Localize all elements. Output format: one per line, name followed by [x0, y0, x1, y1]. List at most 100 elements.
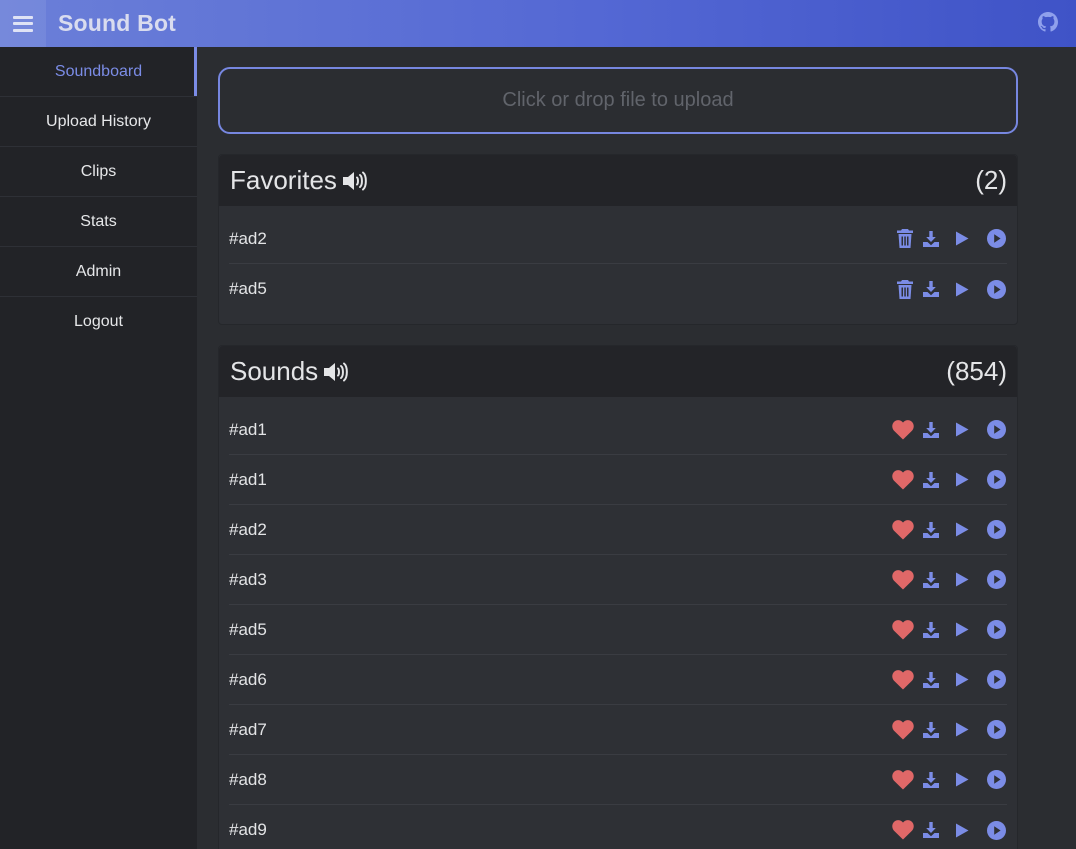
sound-name: #ad3 [229, 569, 267, 589]
sound-row: #ad7 [229, 705, 1007, 755]
play-icon[interactable] [953, 823, 971, 838]
download-icon[interactable] [921, 621, 941, 638]
sidebar-item-logout[interactable]: Logout [0, 297, 197, 347]
download-icon[interactable] [921, 230, 941, 247]
sidebar-item-clips[interactable]: Clips [0, 147, 197, 197]
sidebar-item-label: Upload History [46, 112, 151, 130]
play-circle-icon[interactable] [985, 520, 1007, 539]
sound-name: #ad5 [229, 619, 267, 639]
sound-actions [895, 279, 1007, 299]
play-circle-icon[interactable] [985, 279, 1007, 299]
github-icon[interactable] [1038, 12, 1058, 32]
sound-row: #ad1 [229, 455, 1007, 505]
sidebar-item-label: Admin [75, 262, 122, 280]
sound-row: #ad3 [229, 555, 1007, 605]
play-icon[interactable] [953, 422, 971, 437]
favorites-header: Favorites (2) [219, 155, 1017, 206]
heart-icon[interactable] [891, 469, 915, 490]
trash-icon[interactable] [895, 229, 915, 248]
play-circle-icon[interactable] [985, 470, 1007, 489]
main-content: Click or drop file to upload Favorites (… [218, 67, 1018, 849]
heart-icon[interactable] [891, 719, 915, 740]
sound-name: #ad1 [229, 419, 267, 439]
sound-name: #ad5 [229, 279, 267, 298]
sidebar-item-label: Soundboard [54, 62, 143, 80]
play-icon[interactable] [953, 282, 971, 297]
sounds-list: #ad1 #ad1 #ad2 #ad3 #ad5 #ad6 #ad7 #ad8 #ad9 [219, 397, 1017, 849]
sound-actions [891, 820, 1007, 840]
sound-row: #ad1 [229, 405, 1007, 455]
sidebar-item-admin[interactable]: Admin [0, 247, 197, 297]
sidebar-item-label: Logout [74, 313, 123, 330]
sidebar-item-label: Clips [80, 162, 117, 180]
sound-actions [891, 569, 1007, 590]
sound-row: #ad2 [229, 214, 1007, 264]
play-icon[interactable] [953, 231, 971, 246]
play-icon[interactable] [953, 772, 971, 787]
app-title: Sound Bot [58, 10, 177, 36]
play-icon[interactable] [953, 672, 971, 687]
heart-icon[interactable] [891, 669, 915, 690]
download-icon[interactable] [921, 671, 941, 688]
play-circle-icon[interactable] [985, 720, 1007, 739]
download-icon[interactable] [921, 571, 941, 588]
play-circle-icon[interactable] [985, 620, 1007, 639]
download-icon[interactable] [921, 771, 941, 788]
top-bar: Sound Bot [0, 0, 1076, 47]
download-icon[interactable] [921, 721, 941, 738]
menu-button[interactable] [0, 0, 46, 47]
play-circle-icon[interactable] [985, 420, 1007, 439]
sound-row: #ad9 [229, 805, 1007, 849]
sound-actions [891, 719, 1007, 740]
play-circle-icon[interactable] [985, 229, 1007, 248]
sound-name: #ad2 [229, 228, 267, 248]
trash-icon[interactable] [895, 279, 915, 299]
play-circle-icon[interactable] [985, 820, 1007, 840]
play-circle-icon[interactable] [985, 670, 1007, 689]
sound-name: #ad2 [229, 519, 267, 539]
sounds-count: (854) [946, 356, 1007, 386]
heart-icon[interactable] [891, 769, 915, 790]
play-icon[interactable] [953, 622, 971, 637]
favorites-list: #ad2 #ad5 [219, 206, 1017, 324]
favorites-panel: Favorites (2) #ad2 #ad5 [218, 154, 1018, 325]
play-icon[interactable] [953, 472, 971, 487]
sidebar-item-stats[interactable]: Stats [0, 197, 197, 247]
play-circle-icon[interactable] [985, 570, 1007, 589]
upload-label: Click or drop file to upload [502, 89, 734, 111]
download-icon[interactable] [921, 281, 941, 297]
sound-actions [891, 469, 1007, 490]
play-icon[interactable] [953, 522, 971, 537]
sound-name: #ad1 [229, 469, 267, 489]
sound-actions [895, 229, 1007, 248]
sounds-panel: Sounds (854) #ad1 #ad1 #ad2 #ad3 #ad5 #ad6 #ad… [218, 345, 1018, 849]
download-icon[interactable] [921, 421, 941, 438]
download-icon[interactable] [921, 521, 941, 538]
download-icon[interactable] [921, 822, 941, 838]
sound-actions [891, 769, 1007, 790]
sound-name: #ad9 [229, 820, 267, 839]
play-circle-icon[interactable] [985, 770, 1007, 789]
sounds-header: Sounds (854) [219, 346, 1017, 397]
favorites-count: (2) [975, 165, 1007, 195]
sound-name: #ad8 [229, 769, 267, 789]
play-icon[interactable] [953, 572, 971, 587]
heart-icon[interactable] [891, 419, 915, 440]
upload-dropzone[interactable]: Click or drop file to upload [218, 67, 1018, 134]
speaker-icon [324, 362, 349, 381]
speaker-icon [342, 171, 367, 190]
favorites-title: Favorites [230, 165, 367, 196]
sound-row: #ad5 [229, 605, 1007, 655]
play-icon[interactable] [953, 722, 971, 737]
heart-icon[interactable] [891, 569, 915, 590]
sidebar-item-label: Stats [80, 212, 117, 230]
sound-actions [891, 619, 1007, 640]
sidebar-item-soundboard[interactable]: Soundboard [0, 47, 197, 97]
sound-name: #ad6 [229, 669, 267, 689]
heart-icon[interactable] [891, 619, 915, 640]
download-icon[interactable] [921, 471, 941, 488]
hamburger-menu-icon [13, 15, 33, 32]
heart-icon[interactable] [891, 519, 915, 540]
sidebar-item-upload-history[interactable]: Upload History [0, 97, 197, 147]
heart-icon[interactable] [891, 820, 915, 840]
